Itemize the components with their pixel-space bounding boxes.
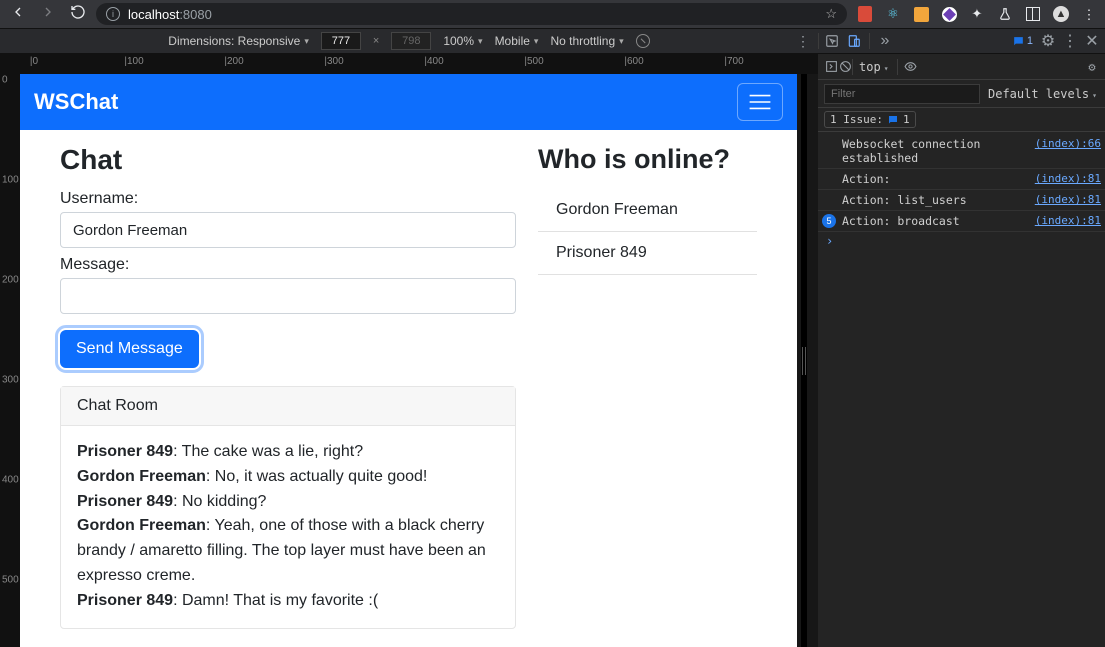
react-devtools-icon[interactable]: ⚛: [885, 6, 901, 22]
device-screen: WSChat Chat Username: Message: Send Mess…: [20, 74, 797, 647]
console-log-line[interactable]: 5 Action: broadcast (index):81: [818, 211, 1105, 232]
message-input[interactable]: [60, 278, 516, 314]
chat-message: Prisoner 849: Damn! That is my favorite …: [77, 589, 499, 614]
log-text: Action: broadcast: [842, 214, 960, 228]
chat-text: : No kidding?: [173, 493, 266, 510]
navbar-toggle-button[interactable]: [737, 83, 783, 121]
console-sidebar-icon[interactable]: [824, 60, 838, 74]
forward-icon[interactable]: [40, 4, 56, 25]
chat-message: Prisoner 849: No kidding?: [77, 490, 499, 515]
console-log-line[interactable]: Action: (index):81: [818, 169, 1105, 190]
bookmark-star-icon[interactable]: ☆: [825, 6, 837, 22]
chat-room-header: Chat Room: [61, 387, 515, 426]
horizontal-ruler: |0|100|200|300|400|500|600|700: [20, 54, 818, 74]
chat-author: Prisoner 849: [77, 443, 173, 460]
address-bar[interactable]: i localhost:8080 ☆: [96, 3, 847, 25]
chat-author: Prisoner 849: [77, 493, 173, 510]
chat-author: Prisoner 849: [77, 592, 173, 609]
chat-text: : Damn! That is my favorite :(: [173, 592, 378, 609]
app-brand[interactable]: WSChat: [34, 89, 118, 115]
console-log-line[interactable]: Websocket connection established(index):…: [818, 134, 1105, 169]
log-text: Websocket connection established: [842, 137, 1027, 165]
clear-console-icon[interactable]: [838, 60, 852, 74]
message-label: Message:: [60, 256, 516, 274]
console-message-count[interactable]: 1: [1012, 35, 1033, 48]
devtools-tab-bar: » 1 ⚙ ⋮ ✕: [818, 33, 1105, 49]
profile-icon[interactable]: ▲: [1053, 6, 1069, 22]
dimensions-dropdown[interactable]: Dimensions: Responsive: [168, 34, 309, 48]
chat-author: Gordon Freeman: [77, 517, 206, 534]
viewport-resize-handle[interactable]: [801, 74, 807, 647]
url-port: :8080: [179, 7, 212, 22]
username-input[interactable]: [60, 212, 516, 248]
chat-text: : No, it was actually quite good!: [206, 468, 427, 485]
log-levels-dropdown[interactable]: Default levels: [988, 87, 1097, 101]
log-source-link[interactable]: (index):81: [1027, 172, 1101, 186]
site-info-icon[interactable]: i: [106, 7, 120, 21]
device-more-icon[interactable]: ⋮: [796, 33, 810, 50]
inspect-icon[interactable]: [825, 34, 839, 48]
rotate-icon[interactable]: [636, 34, 650, 48]
reload-icon[interactable]: [70, 4, 86, 25]
url-host: localhost: [128, 7, 179, 22]
online-users-list: Gordon FreemanPrisoner 849: [538, 189, 757, 275]
live-expression-icon[interactable]: [904, 60, 918, 74]
log-count-badge: 5: [822, 214, 836, 228]
zoom-dropdown[interactable]: 100%: [443, 34, 482, 48]
device-mode-icon[interactable]: [847, 34, 861, 48]
online-user: Prisoner 849: [538, 232, 757, 275]
side-panel-icon[interactable]: [1025, 6, 1041, 22]
settings-icon[interactable]: ⚙: [1041, 34, 1055, 48]
chat-author: Gordon Freeman: [77, 468, 206, 485]
console-log-line[interactable]: Action: list_users (index):81: [818, 190, 1105, 211]
browser-toolbar: i localhost:8080 ☆ ⚛ ✦ ▲ ⋮: [0, 0, 1105, 28]
log-source-link[interactable]: (index):66: [1027, 137, 1101, 165]
vertical-ruler: 0100200300400500: [0, 74, 20, 647]
devtools-menu-icon[interactable]: ⋮: [1063, 34, 1077, 48]
app-navbar: WSChat: [20, 74, 797, 130]
dimension-separator: ×: [373, 35, 379, 47]
labs-icon[interactable]: [997, 6, 1013, 22]
responsive-viewport: |0|100|200|300|400|500|600|700 010020030…: [0, 54, 818, 647]
extensions-icon[interactable]: ✦: [969, 6, 985, 22]
chat-message: Gordon Freeman: Yeah, one of those with …: [77, 514, 499, 588]
online-user: Gordon Freeman: [538, 189, 757, 232]
context-selector[interactable]: top: [859, 60, 889, 74]
log-source-link[interactable]: (index):81: [1027, 214, 1101, 228]
back-icon[interactable]: [10, 4, 26, 25]
issues-badge[interactable]: 1 Issue: 1: [824, 111, 916, 128]
extension-icon[interactable]: [941, 6, 957, 22]
viewport-width-input[interactable]: [321, 32, 361, 50]
log-text: Action:: [842, 172, 890, 186]
devtools-panel: top ⚙ Default levels 1 Issue: 1 Websocke…: [818, 54, 1105, 647]
chat-room-body: Prisoner 849: The cake was a lie, right?…: [61, 426, 515, 628]
extension-icon[interactable]: [913, 6, 929, 22]
console-settings-icon[interactable]: ⚙: [1085, 60, 1099, 74]
device-type-dropdown[interactable]: Mobile: [495, 34, 539, 48]
close-devtools-icon[interactable]: ✕: [1085, 34, 1099, 48]
online-heading: Who is online?: [538, 144, 757, 175]
username-label: Username:: [60, 190, 516, 208]
more-tabs-icon[interactable]: »: [878, 34, 892, 48]
console-filter-input[interactable]: [824, 84, 980, 104]
extension-icon[interactable]: [857, 6, 873, 22]
viewport-height-input[interactable]: [391, 32, 431, 50]
log-text: Action: list_users: [842, 193, 967, 207]
send-message-button[interactable]: Send Message: [60, 330, 199, 368]
browser-menu-icon[interactable]: ⋮: [1081, 6, 1097, 22]
device-toolbar: Dimensions: Responsive × 100% Mobile No …: [0, 28, 1105, 54]
chat-room-card: Chat Room Prisoner 849: The cake was a l…: [60, 386, 516, 629]
log-source-link[interactable]: (index):81: [1027, 193, 1101, 207]
chat-heading: Chat: [60, 144, 516, 176]
console-prompt[interactable]: ›: [818, 232, 1105, 250]
chat-text: : The cake was a lie, right?: [173, 443, 363, 460]
chat-message: Gordon Freeman: No, it was actually quit…: [77, 465, 499, 490]
throttling-dropdown[interactable]: No throttling: [550, 34, 623, 48]
chat-message: Prisoner 849: The cake was a lie, right?: [77, 440, 499, 465]
console-log-area: Websocket connection established(index):…: [818, 132, 1105, 647]
